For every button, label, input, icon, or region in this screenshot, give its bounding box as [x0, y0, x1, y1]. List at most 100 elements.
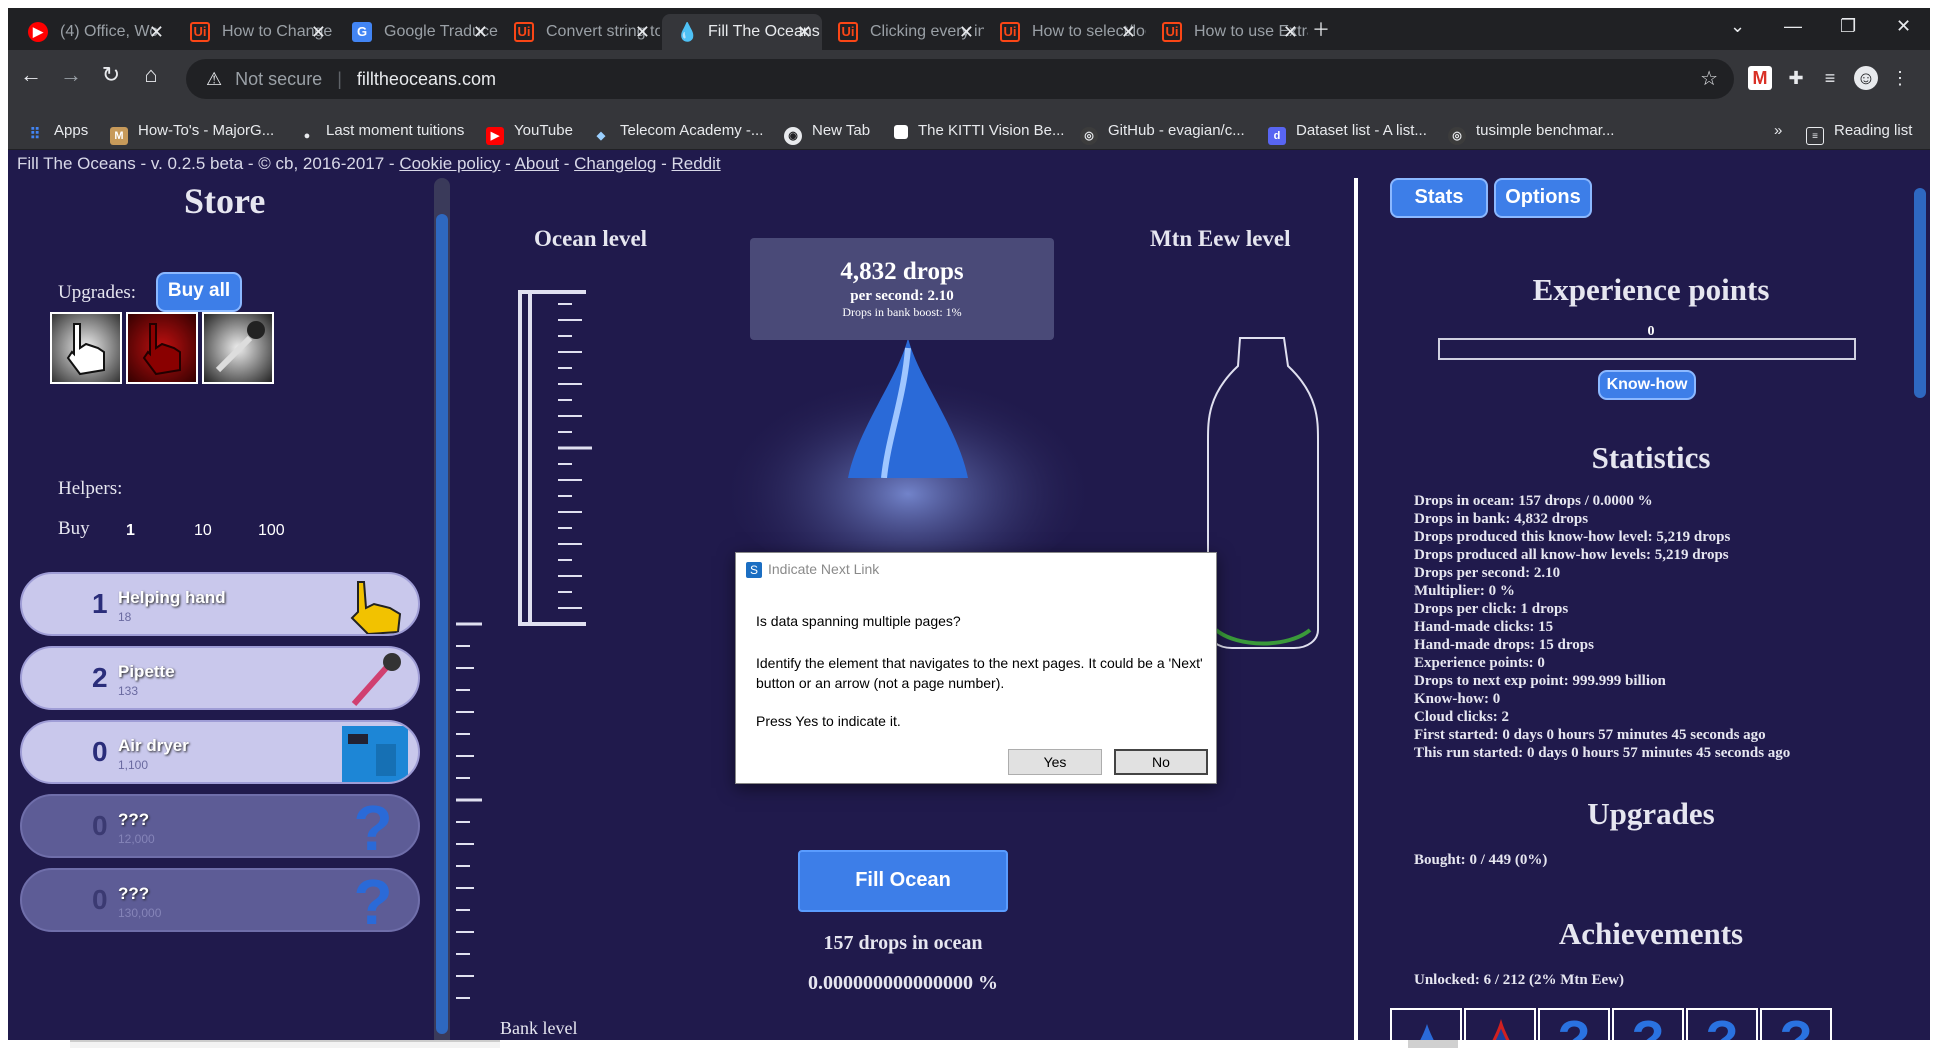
yes-button[interactable]: Yes — [1008, 749, 1102, 775]
close-tab-icon[interactable]: ✕ — [1121, 14, 1136, 50]
taskbar-active-item[interactable] — [1408, 1040, 1458, 1048]
stat-key: Hand-made clicks: — [1414, 619, 1535, 635]
reading-list-label: Reading list — [1834, 122, 1913, 139]
close-tab-icon[interactable]: ✕ — [797, 14, 812, 50]
upgrade-hand-red[interactable] — [126, 312, 198, 384]
header-separator: - — [500, 154, 515, 173]
right-scrollbar-thumb[interactable] — [1914, 188, 1926, 398]
water-drop-icon[interactable] — [828, 338, 988, 478]
close-tab-icon[interactable]: ✕ — [635, 14, 650, 50]
bookmark-label: Apps — [54, 122, 89, 139]
no-button[interactable]: No — [1114, 749, 1208, 775]
helper-helping-hand[interactable]: 1 Helping hand 18 — [20, 572, 420, 636]
tab-search-icon[interactable]: ⌄ — [1730, 16, 1745, 37]
helper-cost: 133 — [118, 684, 139, 698]
helper-pipette[interactable]: 2 Pipette 133 — [20, 646, 420, 710]
reading-list-button[interactable]: ≡ Reading list — [1806, 112, 1912, 150]
upgrade-pipette[interactable] — [202, 312, 274, 384]
drops-in-ocean-text: 157 drops in ocean — [823, 932, 983, 954]
stat-key: Drops produced all know-how levels: — [1414, 547, 1651, 563]
tab-uipath-2[interactable]: Ui Convert string to ✕ — [500, 14, 660, 50]
minimize-icon[interactable]: — — [1784, 16, 1802, 37]
tab-youtube[interactable]: ▶ (4) Office, Wo ✕ — [14, 14, 174, 50]
bookmark-github-evagian[interactable]: ◎ GitHub - evagian/c... — [1080, 112, 1245, 150]
helper-locked-2[interactable]: 0 ??? 130,000 ? — [20, 868, 420, 932]
bookmark-youtube[interactable]: ▶ YouTube — [486, 112, 573, 150]
majorgeeks-icon: M — [110, 127, 128, 145]
close-tab-icon[interactable]: ✕ — [149, 14, 164, 50]
back-icon[interactable]: ← — [16, 62, 46, 88]
bookmark-star-icon[interactable]: ☆ — [1700, 59, 1718, 99]
bookmarks-bar: ⠿ Apps M How-To's - MajorG... ● Last moment… — [8, 112, 1930, 150]
right-scrollbar[interactable] — [1912, 178, 1928, 1048]
more-bookmarks-icon[interactable]: » — [1774, 112, 1782, 150]
maximize-icon[interactable]: ❐ — [1840, 16, 1856, 37]
bookmark-majorgeeks[interactable]: M How-To's - MajorG... — [110, 112, 274, 150]
upgrades-title: Upgrades — [1587, 796, 1715, 831]
profile-avatar[interactable]: ☺ — [1854, 66, 1878, 90]
reddit-link[interactable]: Reddit — [672, 154, 721, 173]
gmail-icon[interactable]: M — [1748, 66, 1772, 90]
stat-value: 999.999 billion — [1572, 673, 1666, 689]
buy-100-option[interactable]: 100 — [258, 522, 285, 540]
buy-10-option[interactable]: 10 — [194, 522, 212, 540]
bookmark-last-moment-tuitions[interactable]: ● Last moment tuitions — [298, 112, 465, 150]
cookie-policy-link[interactable]: Cookie policy — [399, 154, 500, 173]
close-tab-icon[interactable]: ✕ — [473, 14, 488, 50]
upgrades-label: Upgrades: — [58, 282, 137, 303]
fill-ocean-button[interactable]: Fill Ocean — [798, 850, 1008, 912]
tab-options[interactable]: Options — [1494, 178, 1592, 218]
reload-icon[interactable]: ↻ — [96, 62, 126, 88]
stat-value: 2 — [1501, 709, 1510, 725]
stat-row: Experience points: 0 — [1414, 654, 1790, 672]
tab-uipath-3[interactable]: Ui Clicking every ins ✕ — [824, 14, 984, 50]
forward-icon[interactable]: → — [56, 62, 86, 88]
pipette-icon — [351, 653, 401, 706]
tab-uipath-4[interactable]: Ui How to select/loo ✕ — [986, 14, 1146, 50]
know-how-button[interactable]: Know-how — [1598, 370, 1696, 400]
close-tab-icon[interactable]: ✕ — [311, 14, 326, 50]
stat-value: 4,832 drops — [1514, 511, 1589, 527]
stat-key: Drops to next exp point: — [1414, 673, 1569, 689]
apps-grid-icon: ⠿ — [29, 126, 41, 143]
buy-quantity-label: Buy — [58, 518, 90, 539]
bookmark-tusimple[interactable]: ◎ tusimple benchmar... — [1448, 112, 1614, 150]
buy-1-option[interactable]: 1 — [126, 522, 135, 540]
helper-count: 1 — [92, 588, 108, 619]
about-link[interactable]: About — [515, 154, 559, 173]
tab-uipath-1[interactable]: Ui How to Change a ✕ — [176, 14, 336, 50]
github-icon: ◎ — [1080, 127, 1098, 145]
home-icon[interactable]: ⌂ — [136, 62, 166, 88]
extensions-puzzle-icon[interactable]: ✚ — [1784, 66, 1808, 90]
helper-locked-1[interactable]: 0 ??? 12,000 ? — [20, 794, 420, 858]
media-queue-icon[interactable]: ≡ — [1818, 66, 1842, 90]
tab-fill-the-oceans[interactable]: 💧 Fill The Oceans - ✕ — [662, 14, 822, 50]
helper-air-dryer[interactable]: 0 Air dryer 1,100 — [20, 720, 420, 784]
stat-row: Drops produced all know-how levels: 5,21… — [1414, 546, 1790, 564]
taskbar-search-box[interactable] — [70, 1040, 500, 1048]
close-window-icon[interactable]: ✕ — [1896, 16, 1911, 37]
telecom-icon: ◆ — [596, 130, 606, 142]
dialog-title: Indicate Next Link — [768, 561, 880, 577]
buy-all-button[interactable]: Buy all — [156, 272, 242, 312]
store-scrollbar-thumb[interactable] — [436, 214, 448, 1034]
bookmark-kitti[interactable]: The KITTI Vision Be... — [894, 112, 1064, 150]
menu-kebab-icon[interactable]: ⋮ — [1888, 66, 1912, 90]
url-text: filltheoceans.com — [356, 69, 496, 89]
bookmark-telecom-academy[interactable]: ◆ Telecom Academy -... — [592, 112, 764, 150]
store-scrollbar[interactable] — [434, 178, 450, 1048]
tab-stats[interactable]: Stats — [1390, 178, 1488, 218]
stat-key: Cloud clicks: — [1414, 709, 1498, 725]
bookmark-apps[interactable]: ⠿ Apps — [26, 112, 89, 150]
tab-google-translate[interactable]: G Google Traducere ✕ — [338, 14, 498, 50]
close-tab-icon[interactable]: ✕ — [1283, 14, 1298, 50]
address-bar[interactable]: ⚠ Not secure | filltheoceans.com ☆ — [186, 59, 1734, 99]
tab-uipath-5[interactable]: Ui How to use Extrac ✕ — [1148, 14, 1308, 50]
upgrade-hand-white[interactable] — [50, 312, 122, 384]
bookmark-dataset-list[interactable]: d Dataset list - A list... — [1268, 112, 1427, 150]
bookmark-new-tab[interactable]: ◉ New Tab — [784, 112, 870, 150]
reading-list-icon: ≡ — [1806, 127, 1824, 145]
changelog-link[interactable]: Changelog — [574, 154, 656, 173]
close-tab-icon[interactable]: ✕ — [959, 14, 974, 50]
new-tab-plus-icon[interactable]: ＋ — [1312, 16, 1330, 42]
